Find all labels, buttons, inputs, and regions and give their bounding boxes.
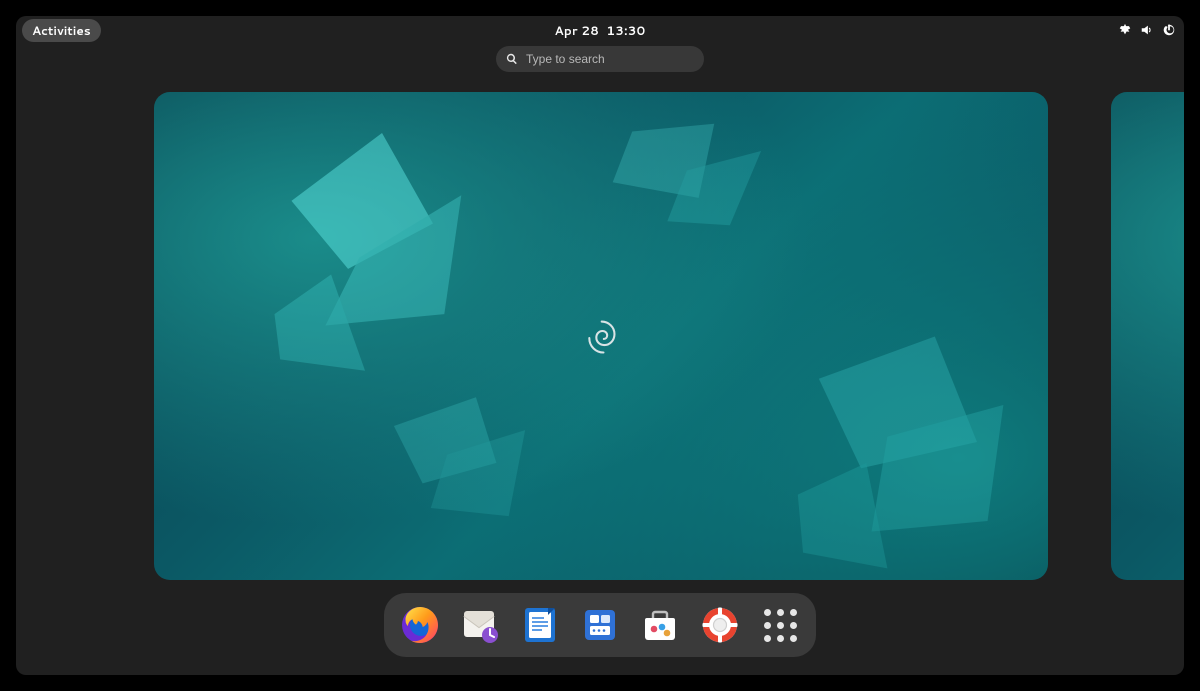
decoration xyxy=(726,326,1048,580)
search-box[interactable] xyxy=(496,46,704,72)
firefox-icon xyxy=(400,605,440,645)
activities-button[interactable]: Activities xyxy=(22,19,101,42)
clock-button[interactable]: Apr 28 13:30 xyxy=(554,22,645,39)
clock-time: 13:30 xyxy=(606,22,645,39)
debian-swirl-icon xyxy=(579,314,623,358)
mail-icon xyxy=(460,605,500,645)
app-libreoffice-writer[interactable] xyxy=(518,603,562,647)
decoration xyxy=(315,385,637,580)
apps-grid-icon xyxy=(760,605,800,645)
network-icon xyxy=(1118,23,1132,37)
top-bar: Activities Apr 28 13:30 xyxy=(16,16,1184,44)
show-applications-button[interactable] xyxy=(758,603,802,647)
activities-overview: Activities Apr 28 13:30 xyxy=(16,16,1184,675)
app-evolution[interactable] xyxy=(458,603,502,647)
decoration xyxy=(1111,268,1184,580)
system-menu[interactable] xyxy=(1118,23,1176,37)
software-icon xyxy=(640,605,680,645)
search-icon xyxy=(506,48,518,71)
dash xyxy=(384,593,816,657)
volume-icon xyxy=(1140,23,1154,37)
app-firefox[interactable] xyxy=(398,603,442,647)
document-icon xyxy=(520,605,560,645)
search-input[interactable] xyxy=(526,52,694,66)
workspace-thumbnail-1[interactable] xyxy=(154,92,1048,580)
app-software[interactable] xyxy=(638,603,682,647)
help-icon xyxy=(700,605,740,645)
clock-date: Apr 28 xyxy=(554,22,599,39)
files-icon xyxy=(580,605,620,645)
wallpaper xyxy=(1111,92,1184,580)
workspace-thumbnail-2[interactable] xyxy=(1111,92,1184,580)
power-icon xyxy=(1162,23,1176,37)
app-help[interactable] xyxy=(698,603,742,647)
app-files[interactable] xyxy=(578,603,622,647)
decoration xyxy=(512,112,870,307)
wallpaper xyxy=(154,92,1048,580)
